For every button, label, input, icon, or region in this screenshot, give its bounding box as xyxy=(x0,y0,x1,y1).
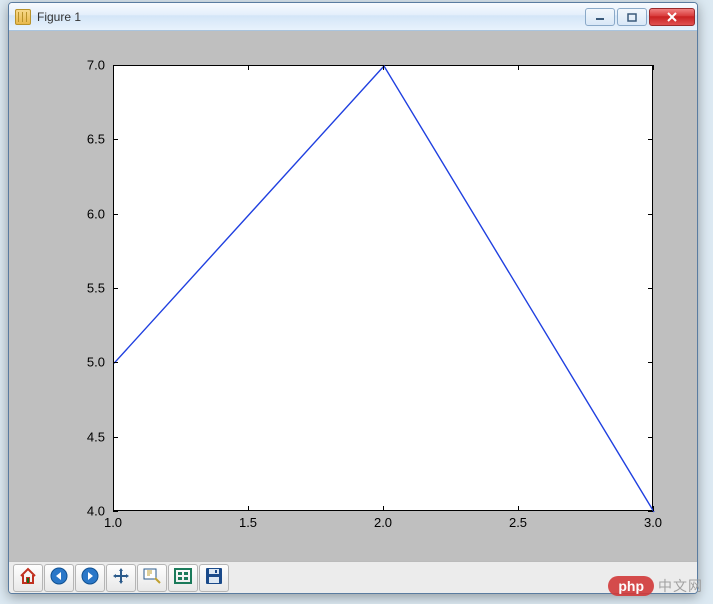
y-tick-mark xyxy=(648,214,653,215)
subplots-button[interactable] xyxy=(168,564,198,592)
titlebar[interactable]: Figure 1 xyxy=(9,3,697,31)
minimize-button[interactable] xyxy=(585,8,615,26)
y-tick-mark xyxy=(648,437,653,438)
y-tick-mark xyxy=(113,511,118,512)
x-tick-mark xyxy=(383,506,384,511)
zoom-button[interactable] xyxy=(137,564,167,592)
y-tick-mark xyxy=(113,288,118,289)
x-tick-label: 2.5 xyxy=(509,515,527,530)
axes xyxy=(113,65,653,511)
x-tick-mark xyxy=(113,65,114,70)
watermark-pill: php xyxy=(608,576,654,596)
data-line xyxy=(114,66,654,512)
figure-canvas: 4.0 4.5 5.0 5.5 6.0 6.5 7.0 1.0 1.5 2.0 2.5 3.0 xyxy=(9,31,697,561)
nav-toolbar xyxy=(9,561,697,593)
y-tick-label: 7.0 xyxy=(87,58,105,73)
x-tick-label: 3.0 xyxy=(644,515,662,530)
x-tick-label: 1.5 xyxy=(239,515,257,530)
y-tick-mark xyxy=(113,214,118,215)
x-tick-mark xyxy=(383,65,384,70)
watermark-text: 中文网 xyxy=(658,576,703,596)
x-tick-mark xyxy=(653,506,654,511)
line-plot xyxy=(114,66,654,512)
x-tick-label: 1.0 xyxy=(104,515,122,530)
save-icon xyxy=(205,567,223,588)
y-tick-mark xyxy=(648,511,653,512)
y-tick-label: 5.5 xyxy=(87,281,105,296)
y-tick-mark xyxy=(648,288,653,289)
y-tick-label: 5.0 xyxy=(87,355,105,370)
home-button[interactable] xyxy=(13,564,43,592)
x-tick-label: 2.0 xyxy=(374,515,392,530)
pan-button[interactable] xyxy=(106,564,136,592)
zoom-rect-icon xyxy=(142,567,162,588)
y-tick-label: 6.0 xyxy=(87,206,105,221)
maximize-button[interactable] xyxy=(617,8,647,26)
y-tick-mark xyxy=(648,139,653,140)
home-icon xyxy=(18,567,38,588)
figure-window: Figure 1 4.0 4.5 5.0 5.5 6.0 6.5 7.0 1.0 1.5 2.0 2… xyxy=(8,2,698,594)
close-button[interactable] xyxy=(649,8,695,26)
y-tick-label: 4.0 xyxy=(87,504,105,519)
y-tick-mark xyxy=(113,362,118,363)
window-title: Figure 1 xyxy=(37,10,583,24)
back-button[interactable] xyxy=(44,564,74,592)
y-tick-label: 6.5 xyxy=(87,132,105,147)
configure-icon xyxy=(173,567,193,588)
x-tick-mark xyxy=(518,65,519,70)
x-tick-mark xyxy=(248,506,249,511)
minimize-icon xyxy=(595,13,605,21)
arrow-right-icon xyxy=(81,567,99,588)
watermark: php 中文网 xyxy=(608,576,703,596)
plot-area[interactable]: 4.0 4.5 5.0 5.5 6.0 6.5 7.0 1.0 1.5 2.0 2.5 3.0 xyxy=(41,53,667,551)
x-tick-mark xyxy=(248,65,249,70)
y-tick-mark xyxy=(113,139,118,140)
maximize-icon xyxy=(627,12,637,22)
x-tick-mark xyxy=(113,506,114,511)
x-tick-mark xyxy=(653,65,654,70)
y-tick-mark xyxy=(113,437,118,438)
save-button[interactable] xyxy=(199,564,229,592)
close-icon xyxy=(666,12,678,22)
y-tick-mark xyxy=(648,362,653,363)
arrow-left-icon xyxy=(50,567,68,588)
x-tick-mark xyxy=(518,506,519,511)
move-icon xyxy=(112,567,130,588)
forward-button[interactable] xyxy=(75,564,105,592)
app-icon xyxy=(15,9,31,25)
y-tick-label: 4.5 xyxy=(87,429,105,444)
